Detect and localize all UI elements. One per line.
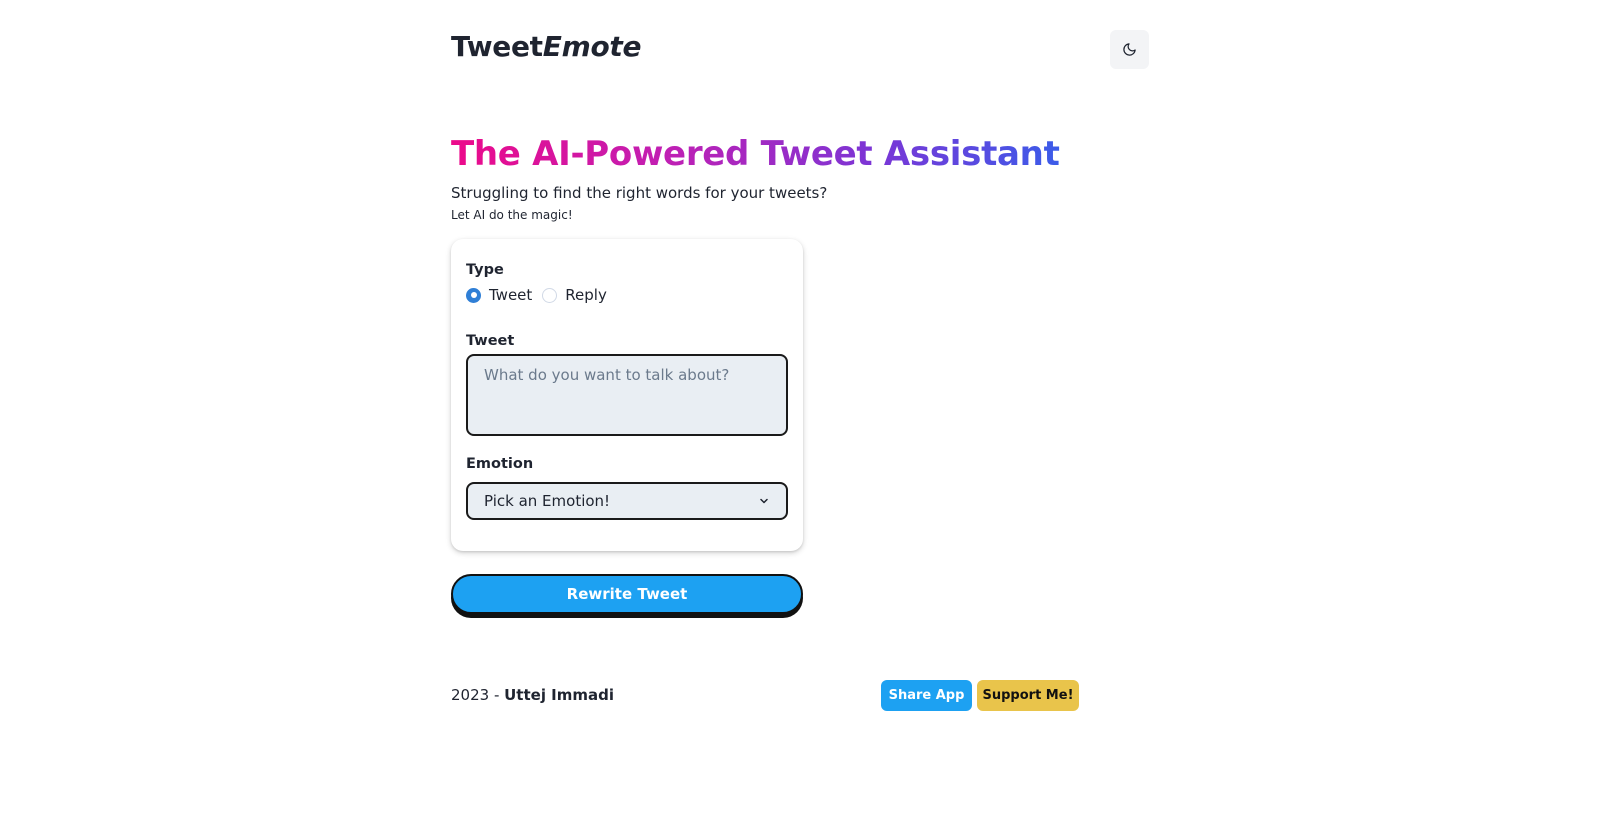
app-title-plain: Tweet — [451, 30, 543, 63]
app-title-emphasis: Emote — [542, 30, 642, 63]
type-label: Type — [466, 262, 504, 278]
type-option-tweet[interactable]: Tweet — [466, 286, 532, 304]
radio-tweet[interactable] — [466, 287, 481, 303]
app-title[interactable]: TweetEmote — [451, 30, 641, 63]
tweet-form-card: Type Tweet Reply Tweet Emotion Pick an E… — [451, 239, 803, 551]
hero-tagline: Let AI do the magic! — [451, 208, 573, 222]
type-radio-group: Tweet Reply — [466, 286, 617, 304]
chevron-down-icon — [760, 498, 768, 504]
emotion-label: Emotion — [466, 456, 534, 472]
moon-icon — [1123, 43, 1136, 56]
footer-credit: 2023 - Uttej Immadi — [451, 686, 614, 704]
hero-headline: The AI-Powered Tweet Assistant — [451, 134, 1060, 174]
hero-subtitle: Struggling to find the right words for y… — [451, 184, 828, 202]
radio-reply[interactable] — [542, 287, 558, 303]
rewrite-tweet-button[interactable]: Rewrite Tweet — [451, 574, 803, 614]
radio-tweet-label: Tweet — [489, 286, 533, 304]
share-app-button[interactable]: Share App — [881, 680, 972, 711]
emotion-select[interactable]: Pick an Emotion! — [466, 482, 788, 520]
emotion-select-value: Pick an Emotion! — [484, 492, 611, 510]
type-option-reply[interactable]: Reply — [542, 286, 607, 304]
footer-year: 2023 - — [451, 686, 505, 704]
tweet-label: Tweet — [466, 333, 515, 349]
radio-reply-label: Reply — [565, 286, 607, 304]
footer-author[interactable]: Uttej Immadi — [504, 686, 614, 704]
theme-toggle-button[interactable] — [1110, 30, 1149, 69]
tweet-input[interactable] — [466, 354, 788, 436]
support-me-button[interactable]: Support Me! — [977, 680, 1079, 711]
